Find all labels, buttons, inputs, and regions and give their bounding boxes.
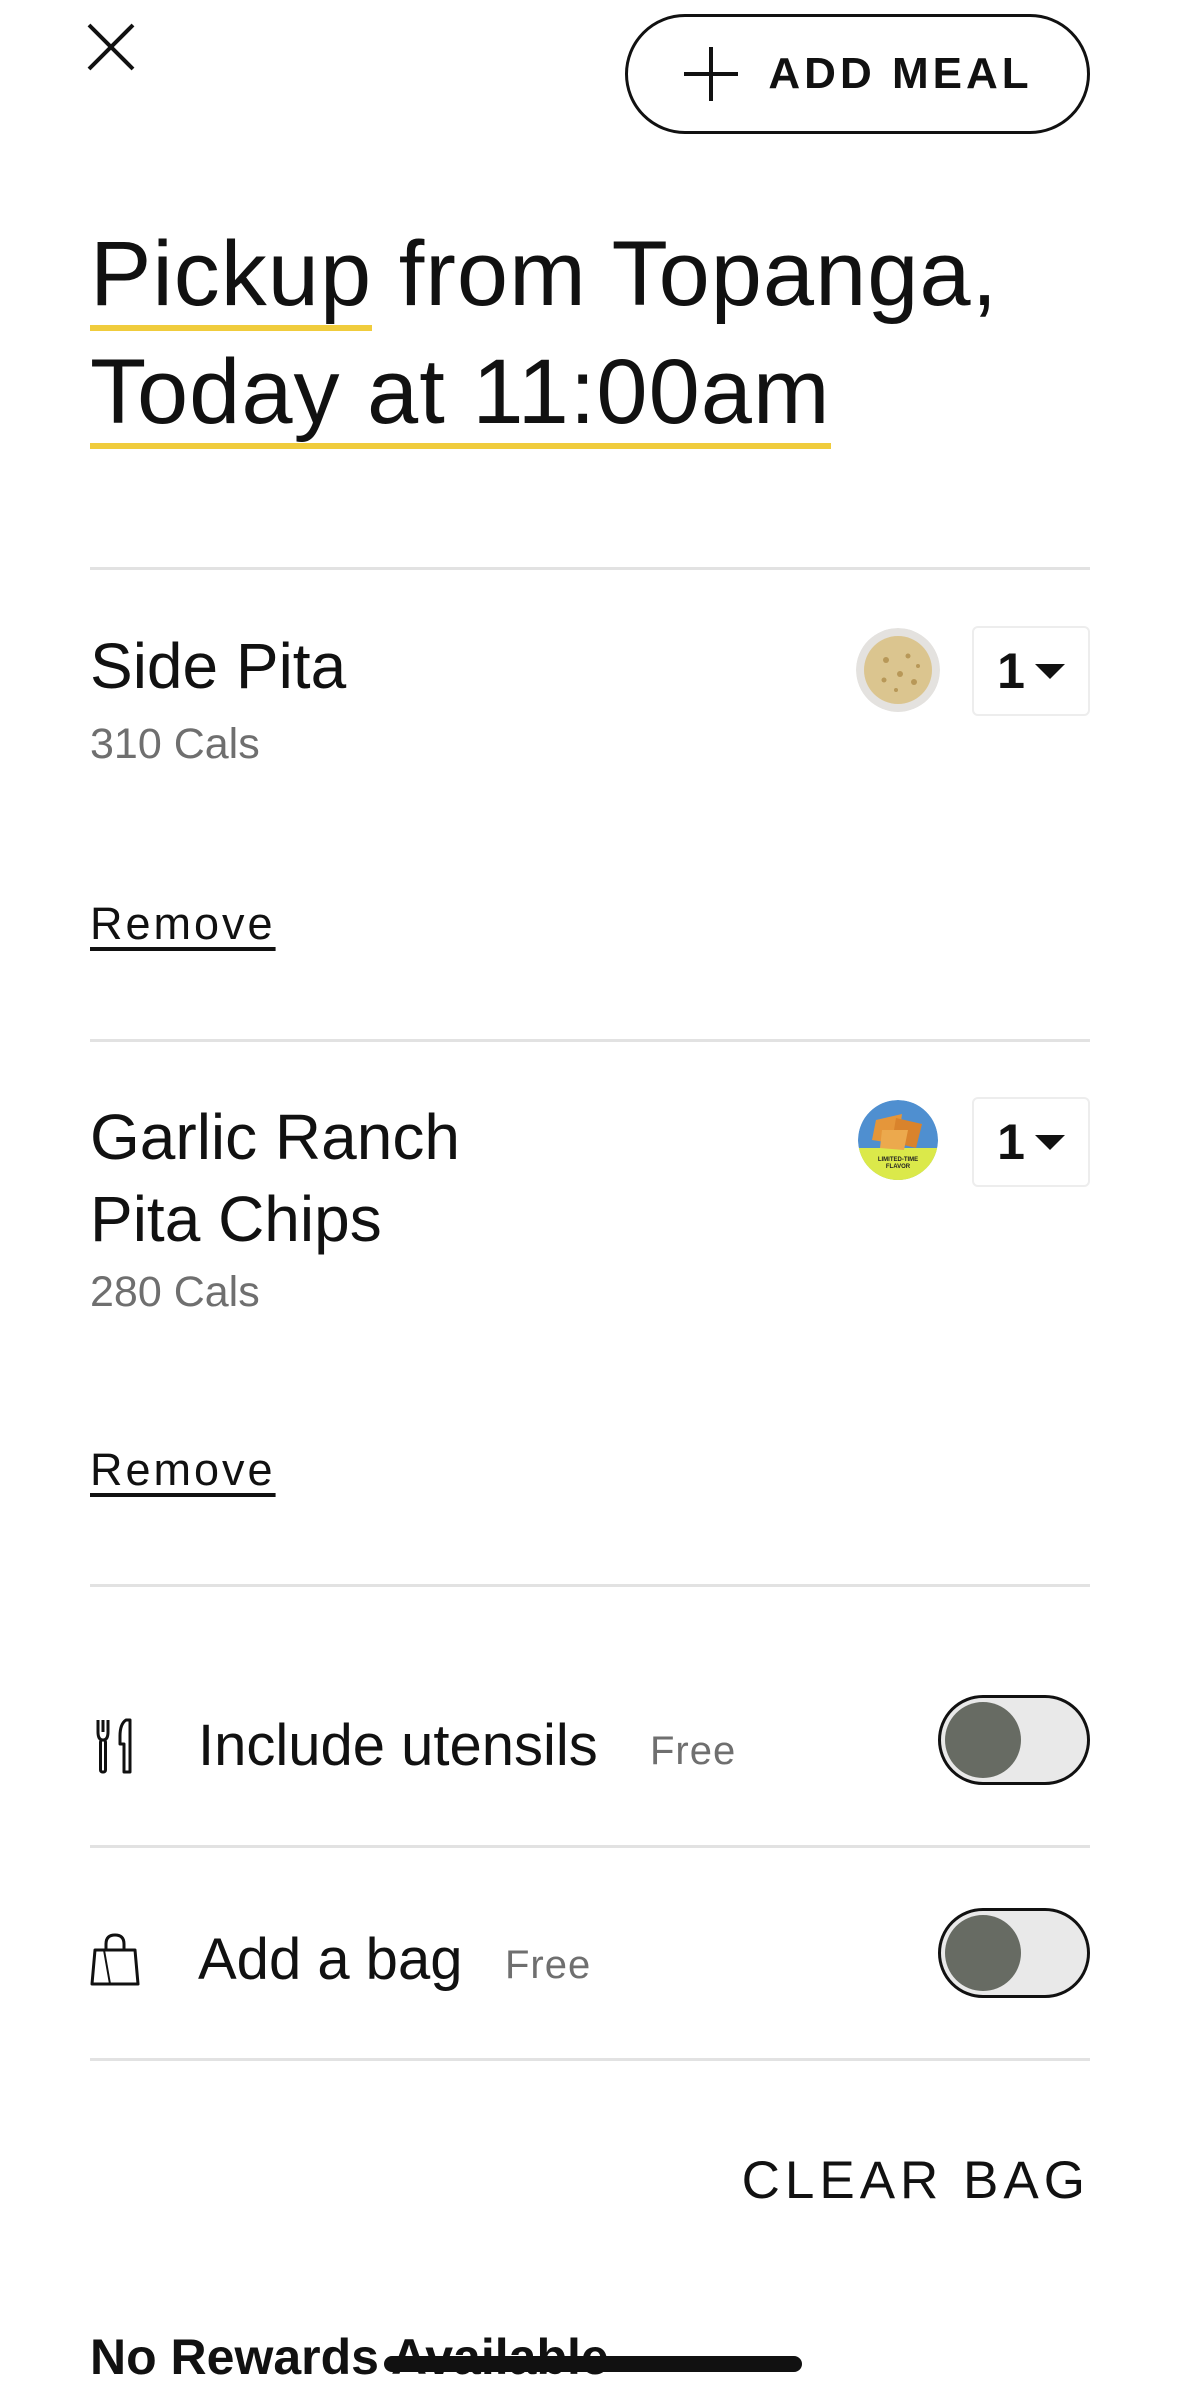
utensils-toggle[interactable] — [938, 1695, 1090, 1785]
pickup-heading: Pickup from Topanga, Today at 11:00am — [90, 215, 998, 451]
item-name: Side Pita — [90, 630, 347, 702]
utensils-icon — [96, 1718, 132, 1774]
pickup-method-link[interactable]: Pickup — [90, 223, 373, 331]
toggle-knob — [945, 1702, 1021, 1778]
quantity-select[interactable]: 1 — [972, 626, 1090, 716]
caret-down-icon — [1034, 663, 1065, 679]
plus-icon — [684, 47, 739, 101]
remove-link[interactable]: Remove — [90, 1444, 276, 1496]
pita-bread-image — [856, 628, 940, 712]
item-calories: 310 Cals — [90, 720, 260, 768]
clear-bag-button[interactable]: CLEAR BAG — [742, 2150, 1090, 2211]
add-meal-label: ADD MEAL — [768, 49, 1033, 98]
home-indicator — [384, 2356, 802, 2372]
remove-link[interactable]: Remove — [90, 898, 276, 950]
item-calories: 280 Cals — [90, 1268, 260, 1316]
close-icon[interactable] — [84, 20, 138, 74]
bag-toggle[interactable] — [938, 1908, 1090, 1998]
quantity-value: 1 — [997, 1114, 1025, 1170]
option-price: Free — [505, 1943, 592, 1987]
pita-chips-image: LIMITED-TIME FLAVOR — [858, 1100, 938, 1180]
add-meal-button[interactable]: ADD MEAL — [625, 14, 1090, 134]
divider — [90, 567, 1090, 570]
quantity-select[interactable]: 1 — [972, 1097, 1090, 1187]
caret-down-icon — [1034, 1134, 1065, 1150]
limited-time-flavor-text: LIMITED-TIME — [878, 1157, 918, 1163]
pickup-location-text: from Topanga, — [372, 223, 999, 325]
svg-text:FLAVOR: FLAVOR — [886, 1164, 911, 1170]
item-name-line: Garlic Ranch — [90, 1101, 460, 1173]
bag-screen: ADD MEAL Pickup from Topanga, Today at 1… — [0, 0, 1179, 2396]
divider — [90, 1584, 1090, 1587]
divider — [90, 1039, 1090, 1042]
option-label: Include utensils — [198, 1713, 598, 1778]
pickup-time-link[interactable]: Today at 11:00am — [90, 341, 831, 449]
divider — [90, 2058, 1090, 2061]
item-name: Garlic Ranch Pita Chips — [90, 1096, 460, 1260]
divider — [90, 1845, 1090, 1848]
toggle-knob — [945, 1915, 1021, 1991]
item-name-line: Pita Chips — [90, 1183, 382, 1255]
option-price: Free — [650, 1729, 737, 1773]
option-label: Add a bag — [198, 1927, 463, 1992]
bag-icon — [90, 1933, 140, 1986]
quantity-value: 1 — [997, 643, 1025, 699]
